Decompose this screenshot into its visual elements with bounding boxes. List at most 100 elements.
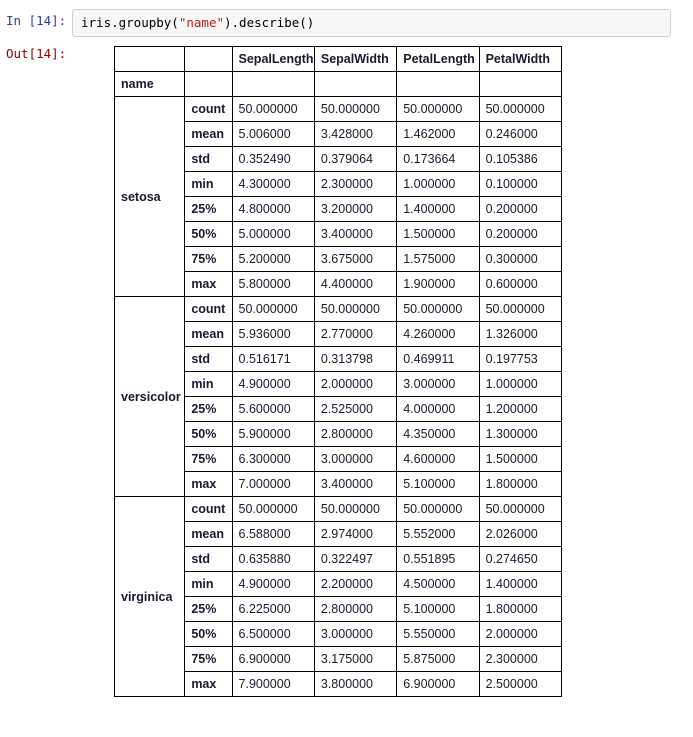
index-name-blank-4 xyxy=(313,71,398,97)
stat-label-mean: mean xyxy=(184,521,233,547)
cell-value: 6.588000 xyxy=(231,521,315,547)
cell-value: 50.000000 xyxy=(231,296,315,322)
cell-value: 0.274650 xyxy=(478,546,563,572)
cell-value: 5.006000 xyxy=(231,121,315,147)
cell-value: 3.000000 xyxy=(313,446,398,472)
cell-value: 1.400000 xyxy=(478,571,563,597)
table-row: setosa count 50.000000 50.000000 50.000000 50… xyxy=(113,96,563,297)
cell-value: 5.200000 xyxy=(231,246,315,272)
cell-value: 0.197753 xyxy=(478,346,563,372)
stat-label-max: max xyxy=(184,471,233,497)
stat-label-min: min xyxy=(184,371,233,397)
stat-label-std: std xyxy=(184,346,233,372)
index-name-blank-2 xyxy=(184,71,233,97)
cell-value: 0.516171 xyxy=(231,346,315,372)
cell-value: 3.000000 xyxy=(396,371,480,397)
table-header: SepalLength SepalWidth PetalLength Petal… xyxy=(113,46,563,97)
cell-value: 0.469911 xyxy=(396,346,480,372)
cell-value: 50.000000 xyxy=(313,496,398,522)
cell-value: 50.000000 xyxy=(313,296,398,322)
stat-label-50pct: 50% xyxy=(184,421,233,447)
stat-label-max: max xyxy=(184,671,233,697)
table-row: versicolor count 50.000000 50.000000 50.0000… xyxy=(113,296,563,497)
column-header-sepal-width: SepalWidth xyxy=(313,46,398,72)
cell-value: 0.246000 xyxy=(478,121,563,147)
cell-value: 3.428000 xyxy=(313,121,398,147)
cell-value: 50.000000 xyxy=(231,496,315,522)
cell-value: 0.100000 xyxy=(478,171,563,197)
cell-value: 2.300000 xyxy=(478,646,563,672)
cell-value: 5.550000 xyxy=(396,621,480,647)
cell-value: 1.300000 xyxy=(478,421,563,447)
cell-value: 4.600000 xyxy=(396,446,480,472)
stat-label-75pct: 75% xyxy=(184,646,233,672)
cell-value: 2.770000 xyxy=(313,321,398,347)
cell-value: 2.800000 xyxy=(313,596,398,622)
cell-value: 4.800000 xyxy=(231,196,315,222)
table-row: virginica count 50.000000 50.000000 50.00000… xyxy=(113,496,563,697)
cell-value: 1.400000 xyxy=(396,196,480,222)
cell-value: 5.100000 xyxy=(396,471,480,497)
cell-value: 2.026000 xyxy=(478,521,563,547)
cell-value: 6.900000 xyxy=(396,671,480,697)
cell-value: 5.936000 xyxy=(231,321,315,347)
stat-label-min: min xyxy=(184,571,233,597)
stat-label-count: count xyxy=(184,96,233,122)
cell-value: 50.000000 xyxy=(478,296,563,322)
cell-value: 4.000000 xyxy=(396,396,480,422)
stat-label-count: count xyxy=(184,296,233,322)
cell-value: 3.400000 xyxy=(313,221,398,247)
cell-value: 50.000000 xyxy=(478,496,563,522)
stat-label-mean: mean xyxy=(184,121,233,147)
cell-value: 1.326000 xyxy=(478,321,563,347)
cell-value: 1.800000 xyxy=(478,471,563,497)
group-label-versicolor: versicolor xyxy=(113,296,186,497)
cell-value: 1.800000 xyxy=(478,596,563,622)
cell-value: 5.600000 xyxy=(231,396,315,422)
index-name-blank-3 xyxy=(231,71,315,97)
cell-value: 1.200000 xyxy=(478,396,563,422)
code-line[interactable]: iris.groupby("name").describe() xyxy=(81,14,662,31)
cell-value: 0.173664 xyxy=(396,146,480,172)
index-name-label: name xyxy=(113,71,186,97)
cell-value: 3.675000 xyxy=(313,246,398,272)
code-token-call-prefix: iris.groupby( xyxy=(81,15,179,30)
cell-value: 50.000000 xyxy=(396,96,480,122)
stat-label-25pct: 25% xyxy=(184,196,233,222)
cell-value: 4.350000 xyxy=(396,421,480,447)
stat-label-std: std xyxy=(184,146,233,172)
corner-cell-blank-1 xyxy=(113,46,186,72)
cell-value: 1.462000 xyxy=(396,121,480,147)
table-body: setosa count 50.000000 50.000000 50.000000 50… xyxy=(113,96,563,697)
cell-value: 5.875000 xyxy=(396,646,480,672)
cell-value: 50.000000 xyxy=(231,96,315,122)
dataframe-table: SepalLength SepalWidth PetalLength Petal… xyxy=(113,46,563,697)
cell-value: 5.900000 xyxy=(231,421,315,447)
stat-label-count: count xyxy=(184,496,233,522)
cell-value: 0.379064 xyxy=(313,146,398,172)
group-label-setosa: setosa xyxy=(113,96,186,297)
cell-value: 7.000000 xyxy=(231,471,315,497)
stat-label-50pct: 50% xyxy=(184,621,233,647)
stat-label-75pct: 75% xyxy=(184,446,233,472)
code-editor-cell[interactable]: iris.groupby("name").describe() xyxy=(72,9,671,37)
cell-value: 0.200000 xyxy=(478,196,563,222)
cell-value: 3.200000 xyxy=(313,196,398,222)
cell-value: 0.551895 xyxy=(396,546,480,572)
cell-value: 3.000000 xyxy=(313,621,398,647)
cell-value: 3.175000 xyxy=(313,646,398,672)
cell-value: 0.322497 xyxy=(313,546,398,572)
code-token-string-literal: "name" xyxy=(178,15,224,30)
cell-value: 0.313798 xyxy=(313,346,398,372)
cell-value: 3.400000 xyxy=(313,471,398,497)
cell-value: 2.300000 xyxy=(313,171,398,197)
cell-value: 50.000000 xyxy=(396,496,480,522)
cell-value: 5.800000 xyxy=(231,271,315,297)
cell-value: 1.900000 xyxy=(396,271,480,297)
cell-value: 5.100000 xyxy=(396,596,480,622)
cell-value: 1.575000 xyxy=(396,246,480,272)
notebook-output-row: Out[14]: SepalLength SepalWidth PetalLen… xyxy=(0,37,693,697)
cell-value: 2.500000 xyxy=(478,671,563,697)
column-header-sepal-length: SepalLength xyxy=(231,46,315,72)
cell-value: 1.500000 xyxy=(396,221,480,247)
